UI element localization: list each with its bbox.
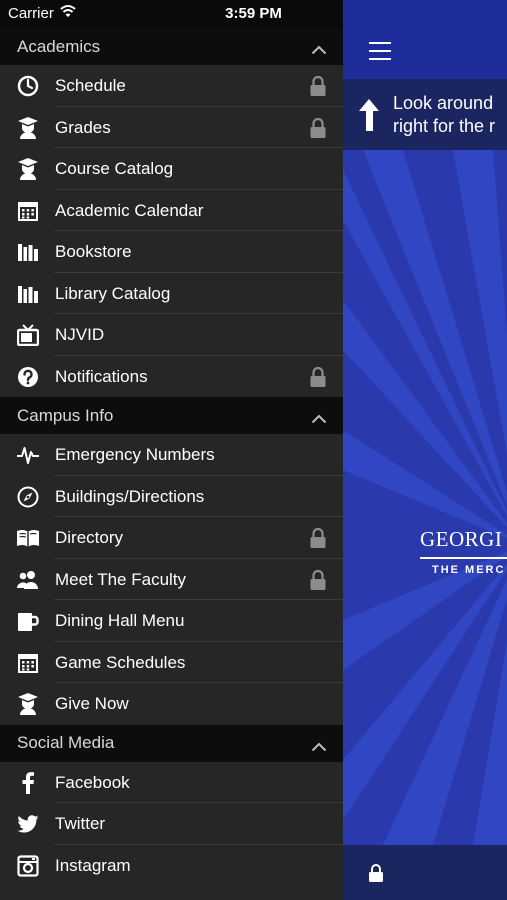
compass-icon [16,485,40,509]
lock-icon [309,527,327,549]
section-title: Academics [17,36,101,56]
menu-item-bookstore[interactable]: Bookstore [0,231,343,273]
app-bottom-bar [343,845,507,900]
menu-item-label: Give Now [55,694,129,713]
menu-item-njvid[interactable]: NJVID [0,314,343,356]
tv-icon [16,323,40,347]
chevron-up-icon[interactable] [311,737,327,751]
menu-item-label: Schedule [55,76,126,95]
twitter-icon [16,812,40,836]
facebook-icon [16,771,40,795]
menu-item-course-catalog[interactable]: Course Catalog [0,148,343,190]
graduate-icon [16,116,40,140]
section-header-academics[interactable]: Academics [0,28,343,65]
menu-item-label: Emergency Numbers [55,445,215,464]
hamburger-menu-icon[interactable] [369,42,391,60]
menu-item-label: Buildings/Directions [55,486,205,506]
chevron-up-icon[interactable] [311,40,327,55]
mug-icon [16,609,40,633]
lock-icon [309,569,327,591]
chevron-up-icon[interactable] [311,409,327,424]
section-header-social-media[interactable]: Social Media [0,724,343,762]
hint-banner: Look around right for the r [343,79,507,150]
menu-item-schedule[interactable]: Schedule [0,65,343,107]
app-main-panel[interactable]: Look around right for the r GEORGI THE M… [343,0,507,900]
logo-subtitle: THE MERC [432,564,506,576]
section-header-campus-info[interactable]: Campus Info [0,397,343,434]
people-icon [16,568,40,592]
section-items: Schedule Grades Course Catalog Academic Cal… [0,65,343,397]
menu-item-academic-calendar[interactable]: Academic Calendar [0,190,343,232]
menu-item-library-catalog[interactable]: Library Catalog [0,273,343,315]
menu-item-label: Directory [55,528,124,547]
menu-item-label: Dining Hall Menu [55,611,185,630]
menu-item-instagram[interactable]: Instagram [0,845,343,887]
hint-text-line2: right for the r [393,116,496,136]
menu-item-label: Library Catalog [55,283,171,303]
menu-item-label: Notifications [55,366,148,386]
menu-item-directory[interactable]: Directory [0,517,343,559]
clock-icon [16,74,40,98]
menu-item-facebook[interactable]: Facebook [0,762,343,804]
section-title: Campus Info [17,405,114,425]
lock-icon [309,366,327,388]
menu-item-label: Game Schedules [55,652,186,672]
section-items: Facebook Twitter Instagram [0,762,343,887]
menu-item-buildings-directions[interactable]: Buildings/Directions [0,476,343,518]
calendar-icon [16,651,40,675]
pulse-icon [16,443,40,467]
menu-item-notifications[interactable]: Notifications [0,356,343,398]
graduate-icon [16,157,40,181]
book-icon [16,526,40,550]
menu-item-label: Instagram [55,855,131,875]
curved-arrow-icon [357,97,381,138]
sunburst-background [343,150,507,845]
lock-icon [309,75,327,97]
menu-item-label: Grades [55,117,111,137]
books-icon [16,240,40,264]
menu-item-label: Course Catalog [55,159,174,178]
menu-item-dining-hall-menu[interactable]: Dining Hall Menu [0,600,343,642]
menu-item-meet-the-faculty[interactable]: Meet The Faculty [0,559,343,601]
calendar-icon [16,199,40,223]
instagram-icon [16,854,40,878]
menu-item-label: Facebook [55,772,130,792]
menu-item-label: NJVID [55,325,105,344]
logo-title: GEORGI [420,527,503,551]
menu-item-twitter[interactable]: Twitter [0,803,343,845]
section-title: Social Media [17,733,115,752]
menu-item-game-schedules[interactable]: Game Schedules [0,642,343,684]
menu-item-give-now[interactable]: Give Now [0,683,343,725]
menu-item-grades[interactable]: Grades [0,107,343,149]
section-items: Emergency Numbers Buildings/Directions Dir… [0,434,343,725]
logo-rule [420,557,507,559]
hint-text-line1: Look around [393,93,494,113]
menu-item-label: Bookstore [55,242,132,261]
menu-item-label: Twitter [55,814,106,833]
side-menu: Academics Schedule Grades Course Catalog Aca… [0,28,343,900]
graduate-icon [16,692,40,716]
lock-icon [309,117,327,139]
question-icon [16,365,40,389]
lock-icon[interactable] [368,863,384,888]
menu-item-label: Meet The Faculty [55,569,187,589]
menu-item-emergency-numbers[interactable]: Emergency Numbers [0,434,343,476]
menu-item-label: Academic Calendar [55,200,204,220]
books-icon [16,282,40,306]
app-top-bar [343,0,507,79]
